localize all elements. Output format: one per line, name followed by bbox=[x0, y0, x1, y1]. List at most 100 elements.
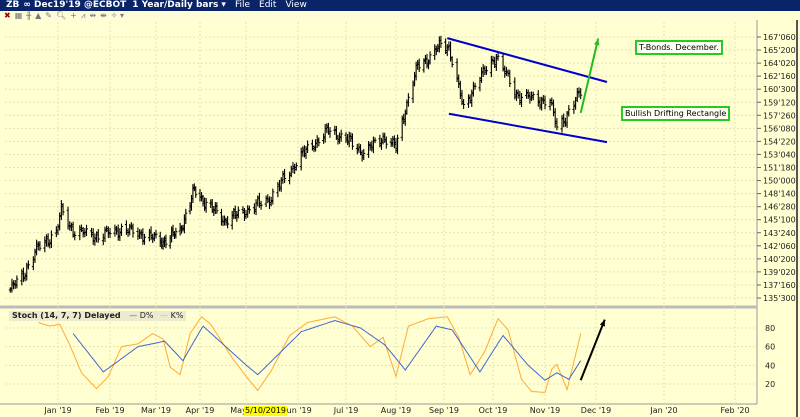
ohlc-bar bbox=[143, 233, 146, 245]
ohlc-bar bbox=[71, 221, 75, 238]
time-tick-label: Aug '19 bbox=[381, 406, 412, 415]
stoch-legend[interactable]: Stoch (14, 7, 7) Delayed — D% — K% bbox=[9, 311, 187, 321]
price-tick-label: 139'020 bbox=[763, 268, 796, 277]
ohlc-bar bbox=[115, 226, 119, 235]
time-tick-label: Feb '19 bbox=[95, 406, 124, 415]
ohlc-bar bbox=[93, 233, 97, 246]
stoch-tick-label: 40 bbox=[765, 361, 775, 370]
price-tick-label: 156'080 bbox=[763, 124, 796, 133]
time-tick-label: Feb '20 bbox=[720, 406, 749, 415]
ohlc-bar bbox=[54, 226, 58, 238]
note-t-bonds[interactable]: T-Bonds. December. bbox=[635, 40, 723, 55]
ohlc-bar bbox=[359, 144, 363, 156]
price-tick-label: 142'060 bbox=[763, 242, 796, 251]
ohlc-bar bbox=[10, 278, 14, 293]
ohlc-bar bbox=[43, 236, 47, 253]
channel-upper-line bbox=[447, 37, 608, 83]
ohlc-bar bbox=[371, 136, 375, 154]
stoch-tick-label: 20 bbox=[765, 380, 775, 389]
ohlc-bar bbox=[357, 143, 361, 153]
black-up-arrow-head bbox=[599, 319, 605, 327]
ohlc-bar bbox=[501, 53, 505, 72]
ohlc-bar bbox=[530, 91, 534, 102]
ohlc-bar bbox=[389, 137, 393, 147]
ohlc-bar bbox=[252, 203, 256, 215]
time-tick-label: Nov '19 bbox=[530, 406, 561, 415]
ohlc-bar bbox=[108, 228, 112, 238]
ohlc-bar bbox=[264, 195, 268, 208]
ohlc-bar bbox=[21, 267, 25, 282]
time-tick-label: Sep '19 bbox=[429, 406, 459, 415]
ohlc-bar bbox=[36, 241, 40, 251]
ohlc-bar bbox=[12, 280, 16, 290]
channel-lower-line bbox=[448, 112, 608, 144]
price-tick-label: 164'020 bbox=[763, 59, 796, 68]
ohlc-bar bbox=[525, 89, 529, 99]
ohlc-bar bbox=[484, 66, 488, 75]
d-percent-line bbox=[72, 319, 582, 381]
ohlc-bar bbox=[339, 129, 343, 142]
ohlc-bar bbox=[379, 137, 383, 150]
ohlc-bar bbox=[278, 179, 282, 192]
ohlc-bar bbox=[355, 143, 359, 155]
note-bullish-rectangle[interactable]: Bullish Drifting Rectangle bbox=[621, 106, 731, 121]
ohlc-bar bbox=[136, 227, 140, 240]
price-tick-label: 148'140 bbox=[763, 190, 796, 199]
ohlc-bar bbox=[579, 88, 583, 100]
price-tick-label: 145'100 bbox=[763, 216, 796, 225]
ohlc-bar bbox=[481, 64, 485, 78]
ohlc-bar bbox=[467, 94, 470, 109]
time-tick-label: Jul '19 bbox=[333, 406, 359, 415]
ohlc-bar bbox=[68, 221, 72, 231]
ohlc-bar bbox=[118, 228, 122, 242]
chart-svg[interactable]: 167'060 165'200 164'020 162'160 160'300 159'1… bbox=[0, 0, 800, 417]
ohlc-bar bbox=[338, 132, 342, 144]
ohlc-bar bbox=[574, 96, 578, 110]
stoch-tick-label: 60 bbox=[765, 343, 775, 352]
ohlc-bar bbox=[368, 142, 372, 151]
ohlc-bar bbox=[69, 222, 73, 232]
ohlc-bar bbox=[83, 228, 87, 238]
price-tick-label: 167'060 bbox=[763, 33, 796, 42]
ohlc-bar bbox=[35, 239, 39, 256]
price-tick-label: 159'120 bbox=[763, 98, 796, 107]
price-tick-label: 154'220 bbox=[763, 137, 796, 146]
ohlc-bar bbox=[271, 188, 275, 205]
ohlc-bar bbox=[152, 231, 156, 242]
price-tick-label: 153'040 bbox=[763, 150, 796, 159]
time-tick-label: Jan '20 bbox=[649, 406, 677, 415]
price-tick-label: 140'200 bbox=[763, 255, 796, 264]
ohlc-bar bbox=[120, 223, 123, 236]
ohlc-bar bbox=[346, 133, 350, 146]
ohlc-bar bbox=[449, 41, 453, 62]
price-tick-label: 146'280 bbox=[763, 203, 796, 212]
ohlc-bar bbox=[460, 90, 464, 106]
d-line-legend-swatch: — bbox=[129, 311, 138, 320]
ohlc-bar bbox=[141, 228, 145, 245]
ohlc-bar bbox=[444, 38, 448, 54]
ohlc-bar bbox=[154, 229, 158, 239]
ohlc-bar bbox=[508, 69, 512, 88]
k-line-legend-swatch: — bbox=[160, 311, 169, 320]
ohlc-bar bbox=[504, 66, 508, 76]
price-tick-label: 160'300 bbox=[763, 85, 796, 94]
price-tick-label: 151'180 bbox=[763, 164, 796, 173]
ohlc-bar bbox=[373, 137, 377, 144]
crosshair-date-label: 5/10/2019 bbox=[244, 406, 288, 416]
price-tick-label: 150'000 bbox=[763, 177, 796, 186]
ohlc-bar bbox=[553, 108, 557, 128]
ohlc-bar bbox=[520, 92, 524, 108]
ohlc-bar bbox=[384, 136, 388, 149]
ohlc-bar bbox=[139, 229, 143, 239]
time-tick-label: Dec '19 bbox=[581, 406, 611, 415]
ohlc-bar bbox=[447, 41, 451, 51]
ohlc-bar bbox=[259, 200, 263, 210]
ohlc-bar bbox=[304, 145, 308, 159]
ohlc-bar bbox=[513, 77, 517, 100]
ohlc-bar bbox=[370, 140, 374, 152]
ohlc-bar bbox=[333, 125, 337, 135]
price-tick-label: 157'260 bbox=[763, 111, 796, 120]
time-tick-label: Mar '19 bbox=[141, 406, 171, 415]
ohlc-bar bbox=[496, 52, 500, 61]
ohlc-bar bbox=[536, 90, 540, 107]
